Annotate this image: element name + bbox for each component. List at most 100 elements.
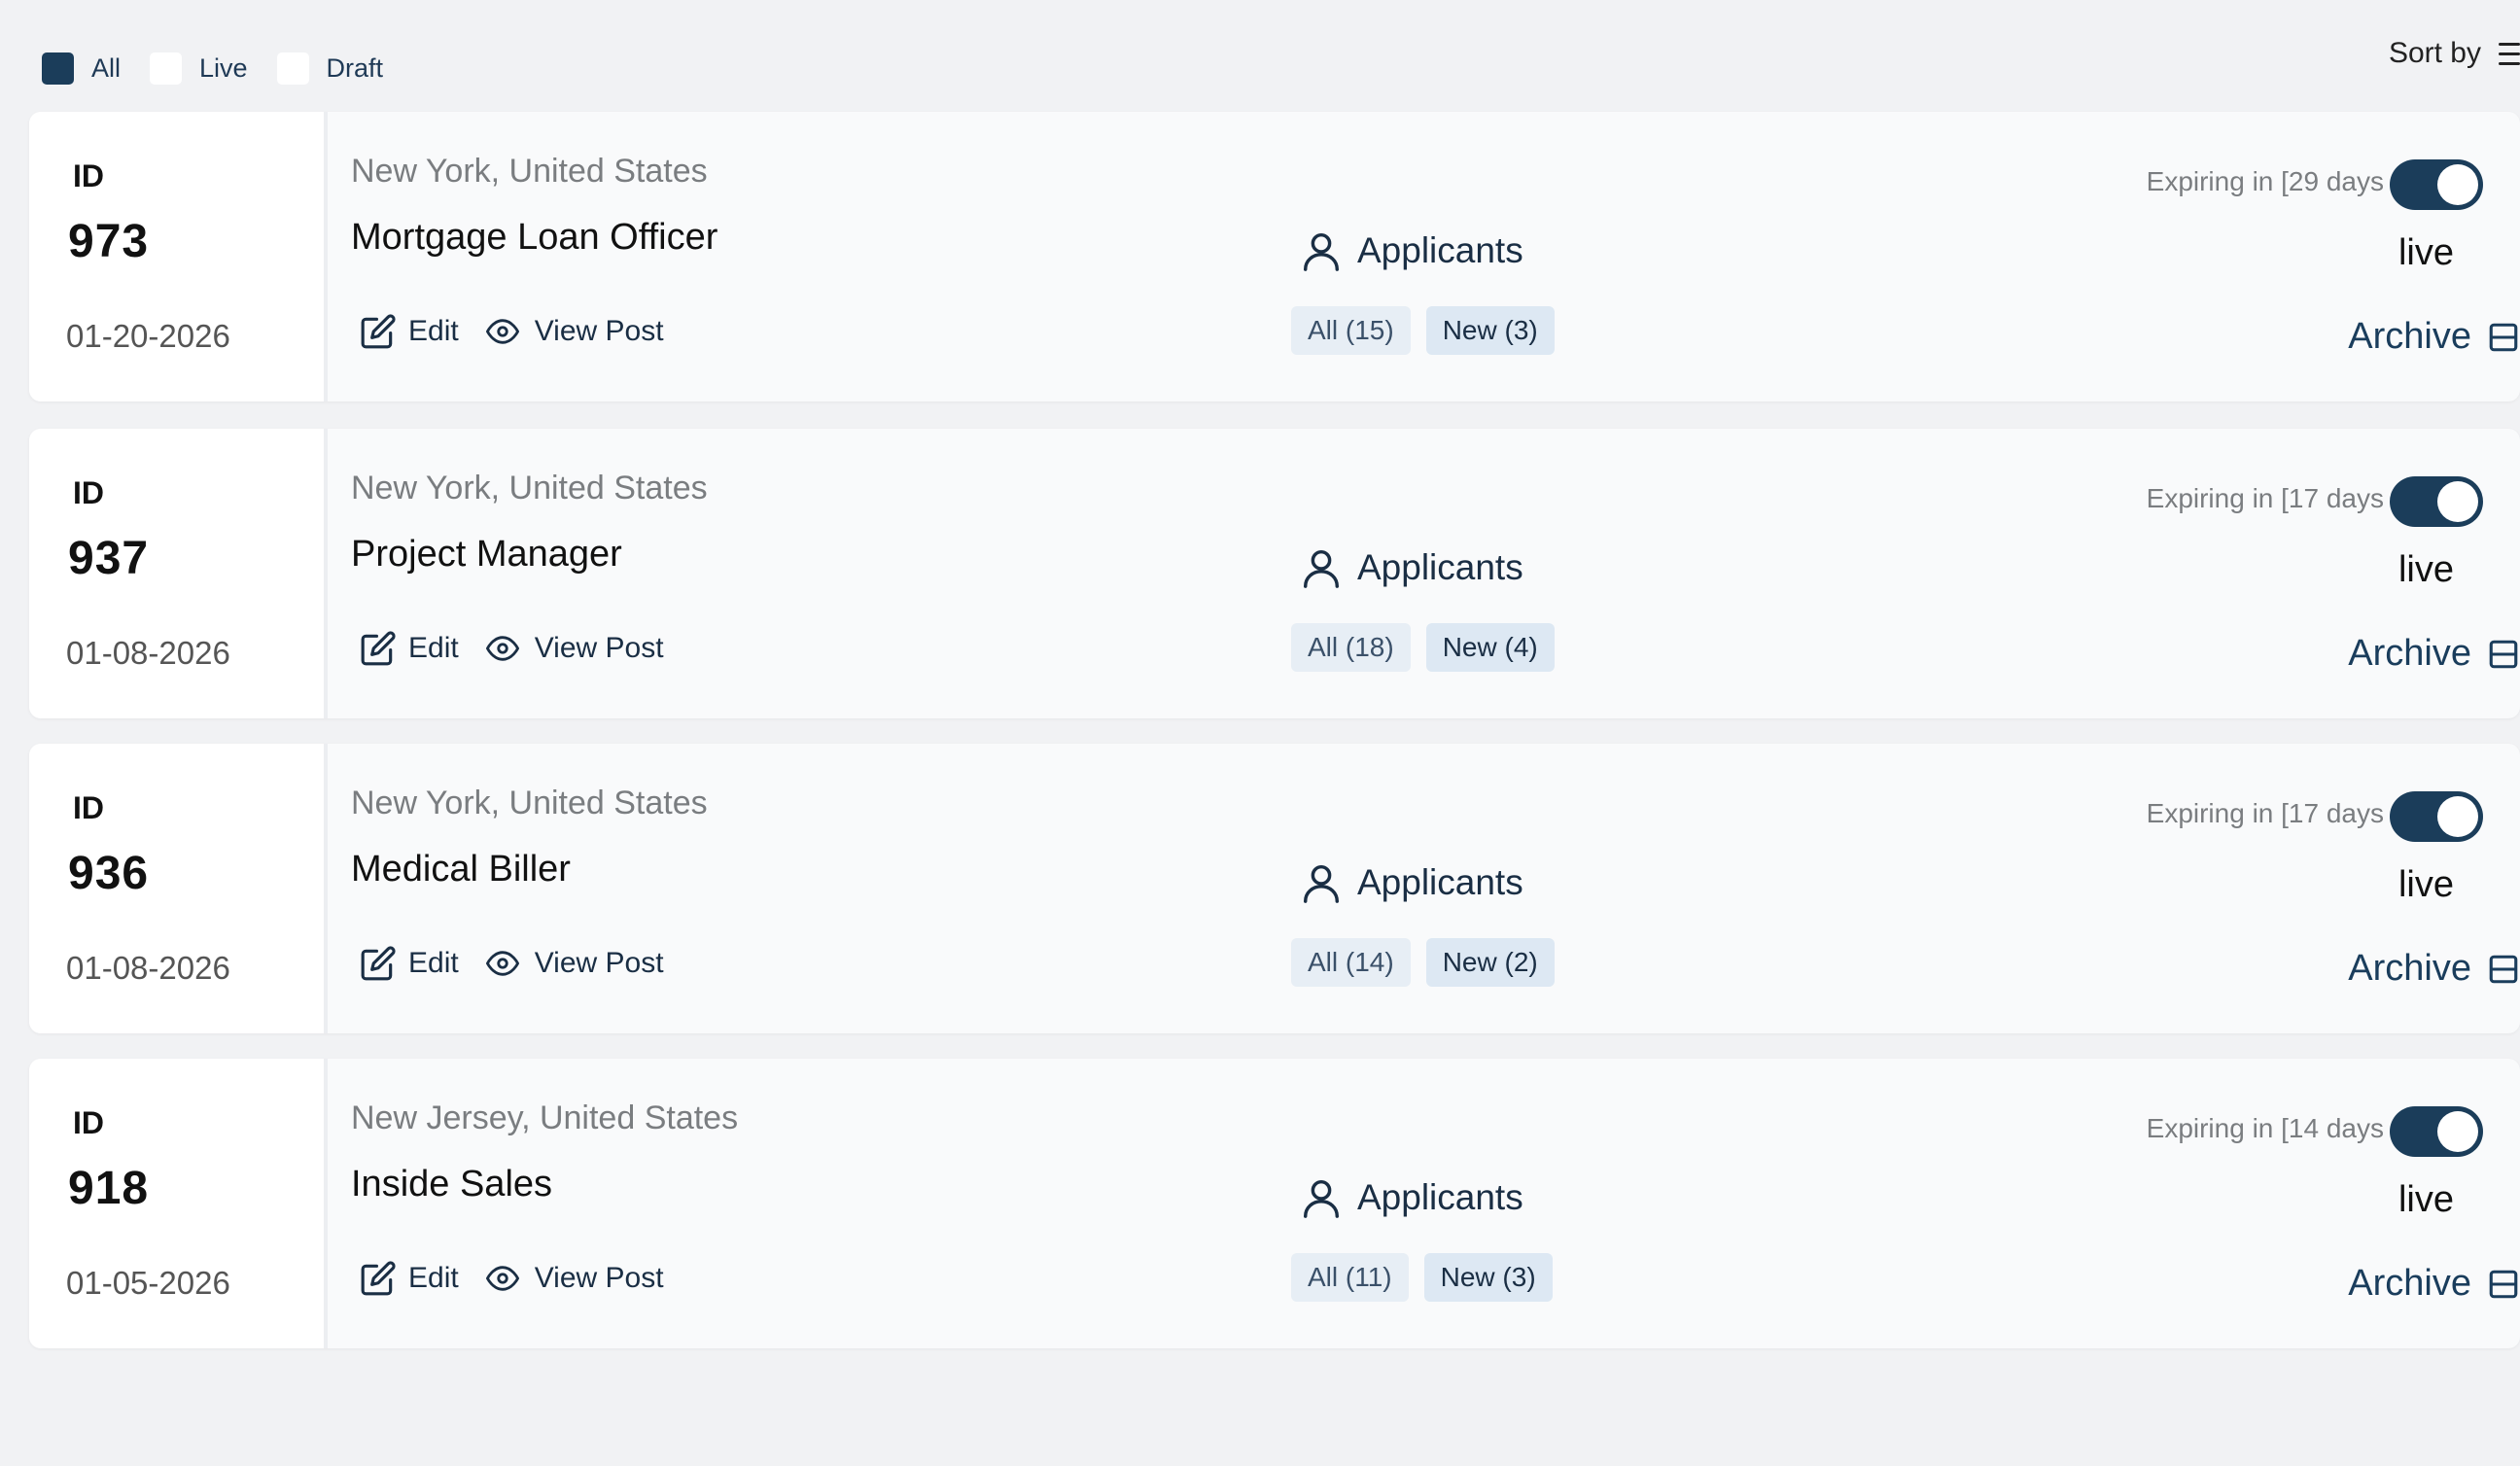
applicants-heading: Applicants [1299,1175,1523,1220]
edit-label: Edit [408,315,459,347]
archive-button[interactable]: Archive [2348,1263,2520,1305]
toggle-knob [2437,1111,2478,1152]
live-toggle[interactable] [2390,791,2483,842]
expiry-text: Expiring in [29 days [2146,166,2384,196]
applicant-counts: All (14) New (2) [1291,938,1570,987]
view-post-button[interactable]: View Post [482,947,664,980]
user-icon [1303,232,1340,271]
archive-button[interactable]: Archive [2348,633,2520,675]
posted-date: 01-05-2026 [66,1265,230,1301]
status-text: live [2398,549,2454,590]
job-id: 973 [68,216,150,267]
filter-all-checkbox[interactable] [42,52,74,85]
job-id-panel: ID 937 01-08-2026 [29,429,324,718]
filter-all-label: All [91,52,122,83]
job-card: ID 936 01-08-2026 New York, United State… [29,744,2520,1033]
eye-icon [485,951,519,976]
edit-button[interactable]: Edit [360,945,459,982]
edit-button[interactable]: Edit [360,630,459,667]
filter-all[interactable]: All [42,52,121,85]
job-card: ID 937 01-08-2026 New York, United State… [29,429,2520,718]
job-card: ID 918 01-05-2026 New Jersey, United Sta… [29,1059,2520,1348]
filter-draft-checkbox[interactable] [276,52,309,85]
archive-box-icon [2489,1270,2518,1298]
all-applicants-pill[interactable]: All (14) [1291,938,1411,987]
edit-icon [361,631,396,666]
filter-draft[interactable]: Draft [276,52,384,85]
new-applicants-pill[interactable]: New (3) [1423,1253,1553,1302]
status-filters: All Live Draft [42,51,412,86]
filter-live-label: Live [199,52,248,83]
view-post-button[interactable]: View Post [482,632,664,665]
status-text: live [2398,1179,2454,1220]
all-applicants-pill[interactable]: All (18) [1291,623,1411,672]
applicants-label: Applicants [1357,547,1523,587]
applicants-label: Applicants [1357,230,1523,270]
archive-button[interactable]: Archive [2348,948,2520,990]
live-toggle[interactable] [2390,1106,2483,1157]
job-id: 918 [68,1163,150,1214]
new-applicants-pill[interactable]: New (4) [1425,623,1555,672]
applicant-counts: All (11) New (3) [1291,1253,1568,1302]
job-title: Mortgage Loan Officer [351,217,718,258]
archive-button[interactable]: Archive [2348,316,2520,358]
applicants-label: Applicants [1357,862,1523,902]
toggle-knob [2437,481,2478,522]
eye-icon [485,636,519,661]
job-actions: Edit View Post [360,945,687,982]
view-post-label: View Post [534,947,664,979]
edit-button[interactable]: Edit [360,1260,459,1297]
status-text: live [2398,232,2454,273]
archive-box-icon [2489,640,2518,668]
archive-label: Archive [2348,633,2471,674]
archive-box-icon [2489,323,2518,351]
edit-label: Edit [408,632,459,664]
edit-icon [361,1261,396,1296]
job-title: Project Manager [351,534,622,575]
archive-label: Archive [2348,1263,2471,1304]
card-divider [324,429,328,718]
job-location: New York, United States [351,470,708,506]
sort-by-button[interactable]: Sort by [2389,37,2520,70]
toggle-knob [2437,796,2478,837]
filter-live-checkbox[interactable] [150,52,183,85]
job-id-panel: ID 936 01-08-2026 [29,744,324,1033]
job-actions: Edit View Post [360,1260,687,1297]
filter-draft-label: Draft [326,52,384,83]
view-post-button[interactable]: View Post [482,1262,664,1295]
applicant-counts: All (18) New (4) [1291,623,1570,672]
filter-live[interactable]: Live [150,52,248,85]
job-location: New York, United States [351,153,708,190]
posted-date: 01-08-2026 [66,635,230,671]
card-divider [324,744,328,1033]
all-applicants-pill[interactable]: All (15) [1291,306,1411,355]
live-toggle[interactable] [2390,476,2483,527]
job-title: Medical Biller [351,849,571,890]
job-actions: Edit View Post [360,630,687,667]
id-label: ID [73,1105,104,1140]
toggle-knob [2437,164,2478,205]
sort-by-label: Sort by [2388,37,2481,69]
job-id: 937 [68,533,150,584]
view-post-label: View Post [534,632,664,664]
job-card: ID 973 01-20-2026 New York, United State… [29,112,2520,401]
view-post-button[interactable]: View Post [482,315,664,348]
live-toggle[interactable] [2390,159,2483,210]
user-icon [1303,864,1340,903]
card-divider [324,1059,328,1348]
new-applicants-pill[interactable]: New (3) [1425,306,1555,355]
archive-label: Archive [2348,948,2471,989]
edit-button[interactable]: Edit [360,313,459,350]
eye-icon [485,319,519,344]
expiry-text: Expiring in [14 days [2146,1113,2384,1143]
user-icon [1303,1179,1340,1218]
job-id-panel: ID 918 01-05-2026 [29,1059,324,1348]
archive-label: Archive [2348,316,2471,357]
all-applicants-pill[interactable]: All (11) [1291,1253,1409,1302]
status-text: live [2398,864,2454,905]
new-applicants-pill[interactable]: New (2) [1425,938,1555,987]
job-title: Inside Sales [351,1164,553,1204]
applicants-heading: Applicants [1299,545,1523,590]
posted-date: 01-20-2026 [66,318,230,354]
edit-icon [361,314,396,349]
